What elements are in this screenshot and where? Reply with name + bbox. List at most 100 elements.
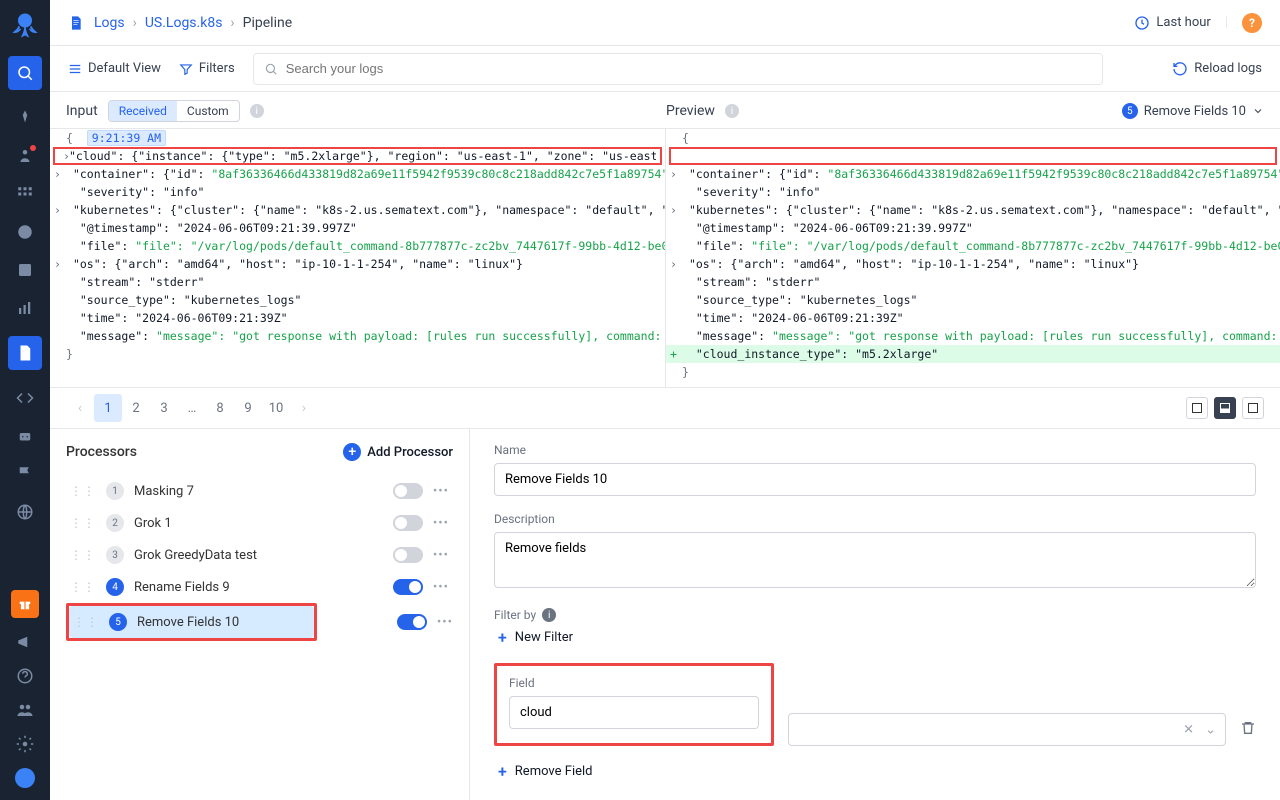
default-view-button[interactable]: Default View bbox=[68, 61, 161, 76]
processor-menu[interactable]: ••• bbox=[433, 516, 449, 531]
search-input-wrapper[interactable] bbox=[253, 53, 1103, 85]
pager-page[interactable]: 10 bbox=[262, 394, 290, 422]
filters-button[interactable]: Filters bbox=[179, 61, 235, 76]
clear-icon[interactable]: ✕ bbox=[1183, 722, 1194, 737]
globe-icon[interactable] bbox=[15, 502, 35, 522]
filter-icon bbox=[179, 62, 193, 76]
time-range-selector[interactable]: Last hour bbox=[1134, 15, 1210, 31]
pager-page[interactable]: 9 bbox=[234, 394, 262, 422]
processor-item[interactable]: ⋮⋮ 4 Rename Fields 9 ••• bbox=[66, 571, 453, 603]
pager-page[interactable]: 8 bbox=[206, 394, 234, 422]
alert-icon[interactable] bbox=[15, 222, 35, 242]
view-mode-full[interactable] bbox=[1242, 397, 1264, 419]
processor-name: Masking 7 bbox=[134, 484, 383, 499]
config-panel: Name Description Remove fields Filter by… bbox=[470, 429, 1280, 800]
pager-page[interactable]: 2 bbox=[122, 394, 150, 422]
clock-icon bbox=[1134, 15, 1150, 31]
breadcrumb-current: Pipeline bbox=[243, 15, 293, 31]
processor-menu[interactable]: ••• bbox=[433, 548, 449, 563]
processor-item[interactable]: ⋮⋮ 3 Grok GreedyData test ••• bbox=[66, 539, 453, 571]
remove-field-button[interactable]: + Remove Field bbox=[498, 762, 1256, 781]
breadcrumb-app[interactable]: US.Logs.k8s bbox=[145, 15, 223, 31]
description-input[interactable]: Remove fields bbox=[494, 532, 1256, 588]
selected-processor-highlight: ⋮⋮ 5 Remove Fields 10 bbox=[66, 603, 317, 641]
pager-page[interactable]: 1 bbox=[94, 394, 122, 422]
view-mode-bottom[interactable] bbox=[1214, 397, 1236, 419]
search-icon[interactable] bbox=[8, 56, 42, 90]
chevron-down-icon bbox=[1252, 105, 1264, 117]
help-badge[interactable]: ? bbox=[1242, 13, 1262, 33]
preview-log-panel: { › "container": {"id": "8af36336466d433… bbox=[665, 129, 1280, 387]
processor-menu[interactable]: ••• bbox=[437, 615, 453, 630]
view-mode-split[interactable] bbox=[1186, 397, 1208, 419]
remove-field-label: Remove Field bbox=[515, 764, 593, 779]
processors-panel: Processors + Add Processor ⋮⋮ 1 Masking … bbox=[50, 429, 470, 800]
breadcrumb-root[interactable]: Logs bbox=[94, 15, 125, 31]
gift-icon[interactable] bbox=[11, 590, 39, 618]
plus-icon: + bbox=[498, 762, 507, 781]
pager: ‹ 1 2 3 … 8 9 10 › bbox=[50, 388, 1280, 428]
field-select-extra[interactable] bbox=[788, 713, 1226, 746]
processor-toggle[interactable] bbox=[393, 515, 423, 531]
pager-page[interactable]: 3 bbox=[150, 394, 178, 422]
reload-button[interactable]: Reload logs bbox=[1172, 61, 1262, 77]
processor-toggle[interactable] bbox=[393, 547, 423, 563]
save-icon[interactable] bbox=[15, 260, 35, 280]
preview-processor-selector[interactable]: 5 Remove Fields 10 bbox=[1122, 103, 1264, 119]
plus-icon: + bbox=[498, 628, 507, 647]
description-label: Description bbox=[494, 512, 1256, 526]
menu-icon bbox=[68, 62, 82, 76]
input-tabs: Received Custom bbox=[108, 100, 240, 122]
processor-toggle[interactable] bbox=[397, 614, 427, 630]
tab-custom[interactable]: Custom bbox=[177, 101, 239, 121]
new-filter-label: New Filter bbox=[515, 630, 573, 645]
log-time-badge: 9:21:39 AM bbox=[87, 130, 166, 146]
new-filter-button[interactable]: + New Filter bbox=[498, 628, 1256, 647]
grid-icon[interactable] bbox=[15, 184, 35, 204]
notification-dot bbox=[30, 145, 36, 151]
preview-selector-label: Remove Fields 10 bbox=[1144, 104, 1246, 119]
chart-icon[interactable] bbox=[15, 298, 35, 318]
sidebar-rail bbox=[0, 0, 50, 800]
rocket-icon[interactable] bbox=[15, 108, 35, 128]
pager-next[interactable]: › bbox=[290, 394, 318, 422]
processor-item[interactable]: ⋮⋮ 2 Grok 1 ••• bbox=[66, 507, 453, 539]
drag-handle[interactable]: ⋮⋮ bbox=[70, 484, 96, 498]
processor-menu[interactable]: ••• bbox=[433, 484, 449, 499]
document-icon[interactable] bbox=[8, 336, 42, 370]
robot-icon[interactable] bbox=[15, 426, 35, 446]
processor-number: 2 bbox=[106, 514, 124, 532]
highlighted-removed-line bbox=[669, 147, 1277, 165]
drag-handle[interactable]: ⋮⋮ bbox=[73, 615, 99, 629]
trash-icon[interactable] bbox=[1240, 720, 1256, 736]
add-processor-button[interactable]: + Add Processor bbox=[343, 443, 453, 461]
processor-toggle[interactable] bbox=[393, 483, 423, 499]
chevron-down-icon[interactable]: ⌄ bbox=[1205, 722, 1216, 737]
processors-title: Processors bbox=[66, 444, 137, 460]
drag-handle[interactable]: ⋮⋮ bbox=[70, 548, 96, 562]
processor-menu[interactable]: ••• bbox=[433, 580, 449, 595]
users-icon[interactable] bbox=[15, 700, 35, 720]
drag-handle[interactable]: ⋮⋮ bbox=[70, 516, 96, 530]
search-icon bbox=[264, 62, 278, 76]
processor-item[interactable]: ⋮⋮ 1 Masking 7 ••• bbox=[66, 475, 453, 507]
megaphone-icon[interactable] bbox=[15, 632, 35, 652]
field-select-input[interactable] bbox=[509, 696, 759, 729]
filters-label: Filters bbox=[199, 61, 235, 76]
earth-icon[interactable] bbox=[15, 768, 35, 788]
search-input[interactable] bbox=[286, 61, 1092, 76]
code-icon[interactable] bbox=[15, 388, 35, 408]
drag-handle[interactable]: ⋮⋮ bbox=[70, 580, 96, 594]
processor-name: Rename Fields 9 bbox=[134, 580, 383, 595]
tab-received[interactable]: Received bbox=[109, 101, 177, 121]
processor-toggle[interactable] bbox=[393, 579, 423, 595]
info-icon[interactable]: i bbox=[542, 608, 556, 622]
processor-item[interactable]: ⋮⋮ 5 Remove Fields 10 bbox=[69, 606, 314, 638]
info-icon[interactable]: i bbox=[250, 104, 264, 118]
flag-icon[interactable] bbox=[15, 464, 35, 484]
settings-icon[interactable] bbox=[15, 734, 35, 754]
name-input[interactable] bbox=[494, 463, 1256, 496]
help-icon[interactable] bbox=[15, 666, 35, 686]
info-icon[interactable]: i bbox=[725, 104, 739, 118]
pager-prev[interactable]: ‹ bbox=[66, 394, 94, 422]
